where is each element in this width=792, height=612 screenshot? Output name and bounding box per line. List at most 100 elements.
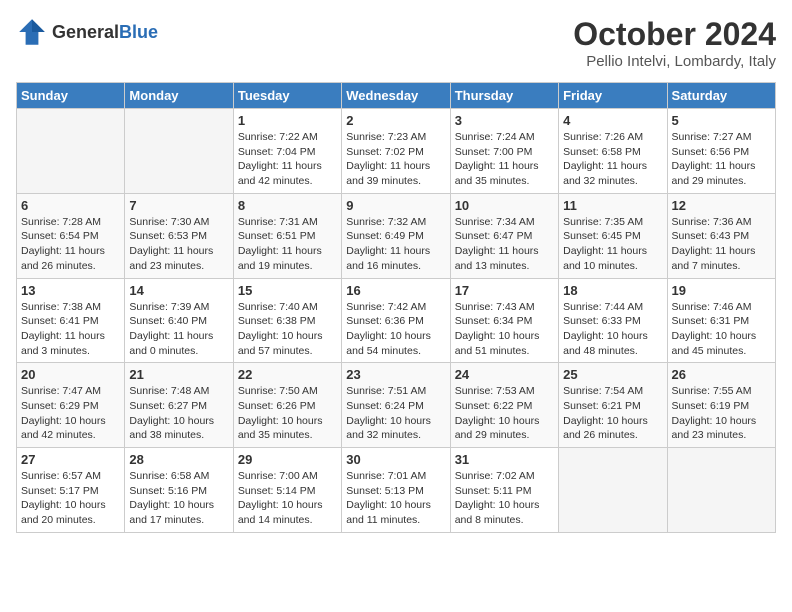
day-number: 28 bbox=[129, 452, 228, 467]
day-number: 5 bbox=[672, 113, 771, 128]
day-number: 10 bbox=[455, 198, 554, 213]
calendar-day-cell: 13 Sunrise: 7:38 AM Sunset: 6:41 PM Dayli… bbox=[17, 278, 125, 363]
day-info: Sunrise: 7:55 AM Sunset: 6:19 PM Dayligh… bbox=[672, 384, 771, 443]
day-number: 31 bbox=[455, 452, 554, 467]
calendar-day-cell: 17Sunrise: 7:43 AM Sunset: 6:34 PM Dayli… bbox=[450, 278, 558, 363]
calendar-day-cell bbox=[17, 109, 125, 194]
calendar-header-wednesday: Wednesday bbox=[342, 83, 450, 109]
day-info: Sunrise: 7:54 AM Sunset: 6:21 PM Dayligh… bbox=[563, 384, 662, 443]
day-info: Sunrise: 7:26 AM Sunset: 6:58 PM Dayligh… bbox=[563, 130, 662, 189]
calendar-header-sunday: Sunday bbox=[17, 83, 125, 109]
calendar-header-monday: Monday bbox=[125, 83, 233, 109]
calendar-day-cell: 20 Sunrise: 7:47 AM Sunset: 6:29 PM Dayli… bbox=[17, 363, 125, 448]
day-number: 18 bbox=[563, 283, 662, 298]
calendar-day-cell: 5 Sunrise: 7:27 AM Sunset: 6:56 PM Daylig… bbox=[667, 109, 775, 194]
day-number: 29 bbox=[238, 452, 337, 467]
calendar-day-cell: 12 Sunrise: 7:36 AM Sunset: 6:43 PM Dayli… bbox=[667, 193, 775, 278]
day-number: 21 bbox=[129, 367, 228, 382]
day-info: Sunrise: 7:00 AM Sunset: 5:14 PM Dayligh… bbox=[238, 469, 337, 528]
calendar-day-cell bbox=[667, 448, 775, 533]
calendar-day-cell: 14 Sunrise: 7:39 AM Sunset: 6:40 PM Dayli… bbox=[125, 278, 233, 363]
month-title: October 2024 bbox=[573, 16, 776, 53]
calendar-day-cell: 27 Sunrise: 6:57 AM Sunset: 5:17 PM Dayli… bbox=[17, 448, 125, 533]
calendar-day-cell: 7 Sunrise: 7:30 AM Sunset: 6:53 PM Daylig… bbox=[125, 193, 233, 278]
calendar-week-row: 6 Sunrise: 7:28 AM Sunset: 6:54 PM Daylig… bbox=[17, 193, 776, 278]
calendar-day-cell: 10 Sunrise: 7:34 AM Sunset: 6:47 PM Dayli… bbox=[450, 193, 558, 278]
day-number: 17 bbox=[455, 283, 554, 298]
day-number: 25 bbox=[563, 367, 662, 382]
day-info: Sunrise: 7:47 AM Sunset: 6:29 PM Dayligh… bbox=[21, 384, 120, 443]
calendar-day-cell: 1Sunrise: 7:22 AM Sunset: 7:04 PM Daylig… bbox=[233, 109, 341, 194]
calendar-day-cell: 15Sunrise: 7:40 AM Sunset: 6:38 PM Dayli… bbox=[233, 278, 341, 363]
day-info: Sunrise: 7:24 AM Sunset: 7:00 PM Dayligh… bbox=[455, 130, 554, 189]
day-number: 24 bbox=[455, 367, 554, 382]
day-number: 4 bbox=[563, 113, 662, 128]
day-number: 3 bbox=[455, 113, 554, 128]
calendar-day-cell: 3 Sunrise: 7:24 AM Sunset: 7:00 PM Daylig… bbox=[450, 109, 558, 194]
day-number: 22 bbox=[238, 367, 337, 382]
calendar-day-cell: 19 Sunrise: 7:46 AM Sunset: 6:31 PM Dayli… bbox=[667, 278, 775, 363]
day-info: Sunrise: 7:48 AM Sunset: 6:27 PM Dayligh… bbox=[129, 384, 228, 443]
day-info: Sunrise: 7:36 AM Sunset: 6:43 PM Dayligh… bbox=[672, 215, 771, 274]
day-info: Sunrise: 7:34 AM Sunset: 6:47 PM Dayligh… bbox=[455, 215, 554, 274]
day-number: 13 bbox=[21, 283, 120, 298]
calendar-week-row: 1Sunrise: 7:22 AM Sunset: 7:04 PM Daylig… bbox=[17, 109, 776, 194]
calendar-header-row: SundayMondayTuesdayWednesdayThursdayFrid… bbox=[17, 83, 776, 109]
day-info: Sunrise: 7:32 AM Sunset: 6:49 PM Dayligh… bbox=[346, 215, 445, 274]
day-info: Sunrise: 7:31 AM Sunset: 6:51 PM Dayligh… bbox=[238, 215, 337, 274]
day-number: 6 bbox=[21, 198, 120, 213]
day-number: 19 bbox=[672, 283, 771, 298]
calendar-day-cell: 22Sunrise: 7:50 AM Sunset: 6:26 PM Dayli… bbox=[233, 363, 341, 448]
calendar-week-row: 27 Sunrise: 6:57 AM Sunset: 5:17 PM Dayli… bbox=[17, 448, 776, 533]
day-number: 14 bbox=[129, 283, 228, 298]
calendar-day-cell: 8 Sunrise: 7:31 AM Sunset: 6:51 PM Daylig… bbox=[233, 193, 341, 278]
day-info: Sunrise: 6:57 AM Sunset: 5:17 PM Dayligh… bbox=[21, 469, 120, 528]
calendar-day-cell: 31Sunrise: 7:02 AM Sunset: 5:11 PM Dayli… bbox=[450, 448, 558, 533]
day-number: 27 bbox=[21, 452, 120, 467]
calendar-week-row: 20 Sunrise: 7:47 AM Sunset: 6:29 PM Dayli… bbox=[17, 363, 776, 448]
day-number: 30 bbox=[346, 452, 445, 467]
day-number: 2 bbox=[346, 113, 445, 128]
day-info: Sunrise: 7:39 AM Sunset: 6:40 PM Dayligh… bbox=[129, 300, 228, 359]
calendar-header-tuesday: Tuesday bbox=[233, 83, 341, 109]
calendar-day-cell: 28 Sunrise: 6:58 AM Sunset: 5:16 PM Dayli… bbox=[125, 448, 233, 533]
page-header: GeneralBlue October 2024 Pellio Intelvi,… bbox=[16, 16, 776, 70]
day-number: 23 bbox=[346, 367, 445, 382]
calendar-day-cell bbox=[125, 109, 233, 194]
calendar-day-cell: 29 Sunrise: 7:00 AM Sunset: 5:14 PM Dayli… bbox=[233, 448, 341, 533]
calendar-day-cell: 25 Sunrise: 7:54 AM Sunset: 6:21 PM Dayli… bbox=[559, 363, 667, 448]
title-area: October 2024 Pellio Intelvi, Lombardy, I… bbox=[573, 16, 776, 70]
day-info: Sunrise: 7:23 AM Sunset: 7:02 PM Dayligh… bbox=[346, 130, 445, 189]
day-info: Sunrise: 7:28 AM Sunset: 6:54 PM Dayligh… bbox=[21, 215, 120, 274]
calendar-day-cell: 16Sunrise: 7:42 AM Sunset: 6:36 PM Dayli… bbox=[342, 278, 450, 363]
day-info: Sunrise: 7:27 AM Sunset: 6:56 PM Dayligh… bbox=[672, 130, 771, 189]
calendar-day-cell bbox=[559, 448, 667, 533]
day-info: Sunrise: 7:30 AM Sunset: 6:53 PM Dayligh… bbox=[129, 215, 228, 274]
logo-text-blue: Blue bbox=[119, 22, 158, 42]
day-number: 12 bbox=[672, 198, 771, 213]
day-number: 20 bbox=[21, 367, 120, 382]
day-info: Sunrise: 7:46 AM Sunset: 6:31 PM Dayligh… bbox=[672, 300, 771, 359]
logo-icon bbox=[16, 16, 48, 48]
calendar-day-cell: 9 Sunrise: 7:32 AM Sunset: 6:49 PM Daylig… bbox=[342, 193, 450, 278]
day-info: Sunrise: 7:38 AM Sunset: 6:41 PM Dayligh… bbox=[21, 300, 120, 359]
calendar-day-cell: 24Sunrise: 7:53 AM Sunset: 6:22 PM Dayli… bbox=[450, 363, 558, 448]
calendar-header-thursday: Thursday bbox=[450, 83, 558, 109]
day-number: 15 bbox=[238, 283, 337, 298]
day-number: 9 bbox=[346, 198, 445, 213]
logo: GeneralBlue bbox=[16, 16, 158, 48]
day-number: 11 bbox=[563, 198, 662, 213]
day-info: Sunrise: 7:51 AM Sunset: 6:24 PM Dayligh… bbox=[346, 384, 445, 443]
logo-text-general: General bbox=[52, 22, 119, 42]
calendar-day-cell: 4 Sunrise: 7:26 AM Sunset: 6:58 PM Daylig… bbox=[559, 109, 667, 194]
calendar-table: SundayMondayTuesdayWednesdayThursdayFrid… bbox=[16, 82, 776, 533]
day-number: 8 bbox=[238, 198, 337, 213]
calendar-day-cell: 6 Sunrise: 7:28 AM Sunset: 6:54 PM Daylig… bbox=[17, 193, 125, 278]
day-number: 1 bbox=[238, 113, 337, 128]
calendar-day-cell: 11Sunrise: 7:35 AM Sunset: 6:45 PM Dayli… bbox=[559, 193, 667, 278]
day-number: 7 bbox=[129, 198, 228, 213]
calendar-day-cell: 21 Sunrise: 7:48 AM Sunset: 6:27 PM Dayli… bbox=[125, 363, 233, 448]
location-title: Pellio Intelvi, Lombardy, Italy bbox=[573, 53, 776, 70]
day-info: Sunrise: 6:58 AM Sunset: 5:16 PM Dayligh… bbox=[129, 469, 228, 528]
day-number: 26 bbox=[672, 367, 771, 382]
